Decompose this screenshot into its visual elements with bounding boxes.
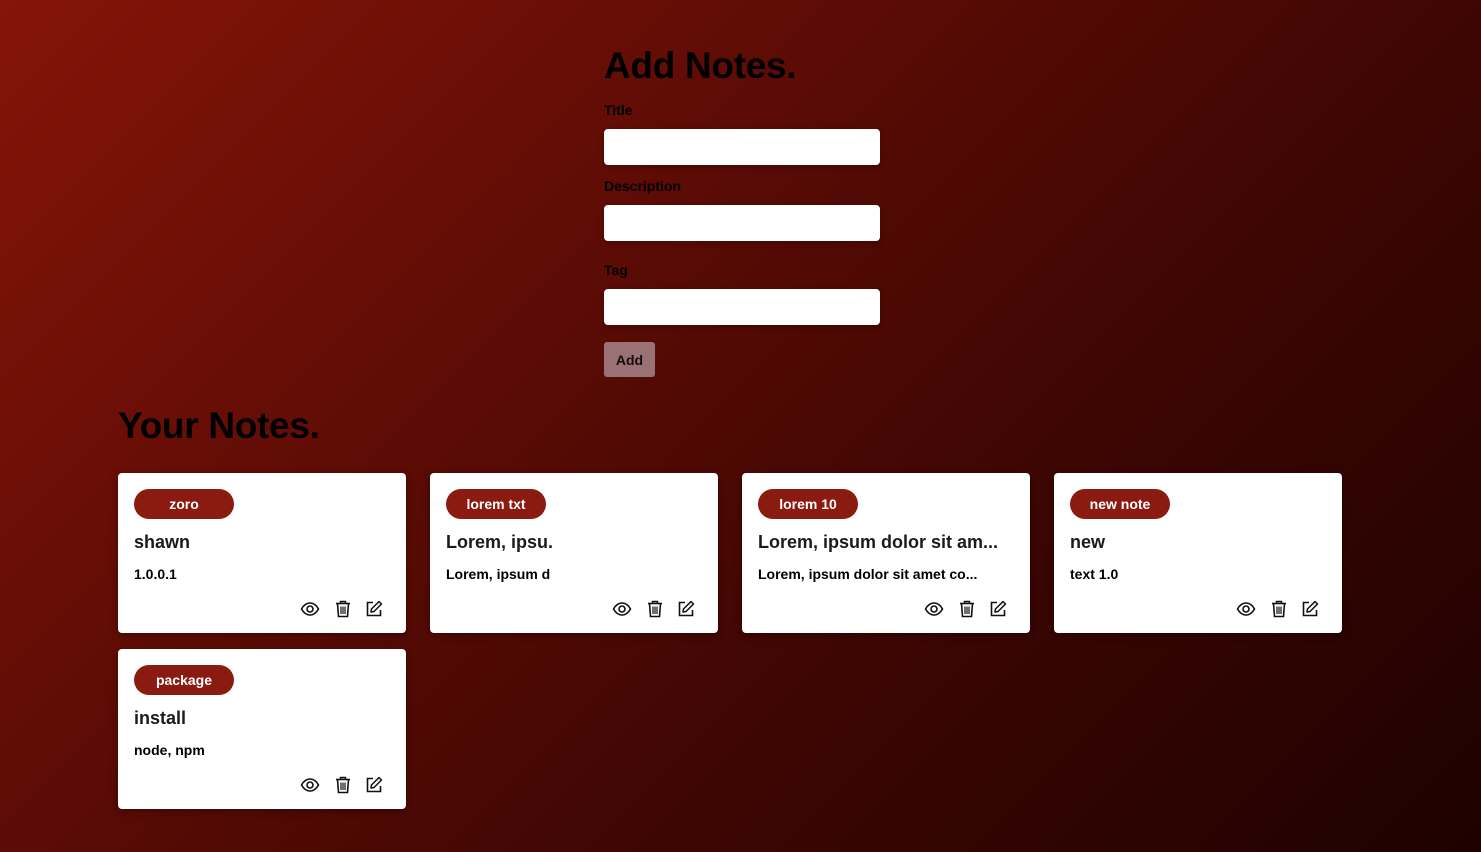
note-title: Lorem, ipsum dolor sit am... [758,532,999,552]
eye-icon[interactable] [300,599,320,619]
note-title: install [134,708,187,728]
note-description: Lorem, ipsum d [446,566,551,582]
edit-icon[interactable] [364,775,384,795]
tag-label: Tag [604,262,628,278]
description-label: Description [604,178,682,194]
trash-icon[interactable] [957,599,977,619]
note-card: new note new text 1.0 [1054,473,1342,633]
edit-icon[interactable] [988,599,1008,619]
eye-icon[interactable] [1236,599,1256,619]
note-description: node, npm [134,742,205,758]
trash-icon[interactable] [1269,599,1289,619]
note-description: Lorem, ipsum dolor sit amet co... [758,566,978,582]
note-card: lorem 10 Lorem, ipsum dolor sit am... Lo… [742,473,1030,633]
trash-icon[interactable] [645,599,665,619]
eye-icon[interactable] [612,599,632,619]
description-input[interactable] [604,205,880,241]
note-description: 1.0.0.1 [134,566,177,582]
trash-icon[interactable] [333,599,353,619]
edit-icon[interactable] [364,599,384,619]
note-card: lorem txt Lorem, ipsu. Lorem, ipsum d [430,473,718,633]
trash-icon[interactable] [333,775,353,795]
eye-icon[interactable] [300,775,320,795]
note-tag-badge: package [134,665,234,695]
edit-icon[interactable] [676,599,696,619]
note-tag-badge: zoro [134,489,234,519]
note-title: shawn [134,532,191,552]
title-label: Title [604,102,633,118]
note-title: new [1070,532,1106,552]
eye-icon[interactable] [924,599,944,619]
tag-input[interactable] [604,289,880,325]
your-notes-heading: Your Notes. [118,405,320,446]
note-card: zoro shawn 1.0.0.1 [118,473,406,633]
add-notes-heading: Add Notes. [604,45,797,86]
note-tag-badge: lorem 10 [758,489,858,519]
note-description: text 1.0 [1070,566,1119,582]
note-tag-badge: lorem txt [446,489,546,519]
add-button[interactable]: Add [604,342,655,377]
add-notes-section: Add Notes. Title Description Tag Add [604,44,904,377]
note-card: package install node, npm [118,649,406,809]
note-tag-badge: new note [1070,489,1170,519]
title-input[interactable] [604,129,880,165]
note-title: Lorem, ipsu. [446,532,554,552]
edit-icon[interactable] [1300,599,1320,619]
